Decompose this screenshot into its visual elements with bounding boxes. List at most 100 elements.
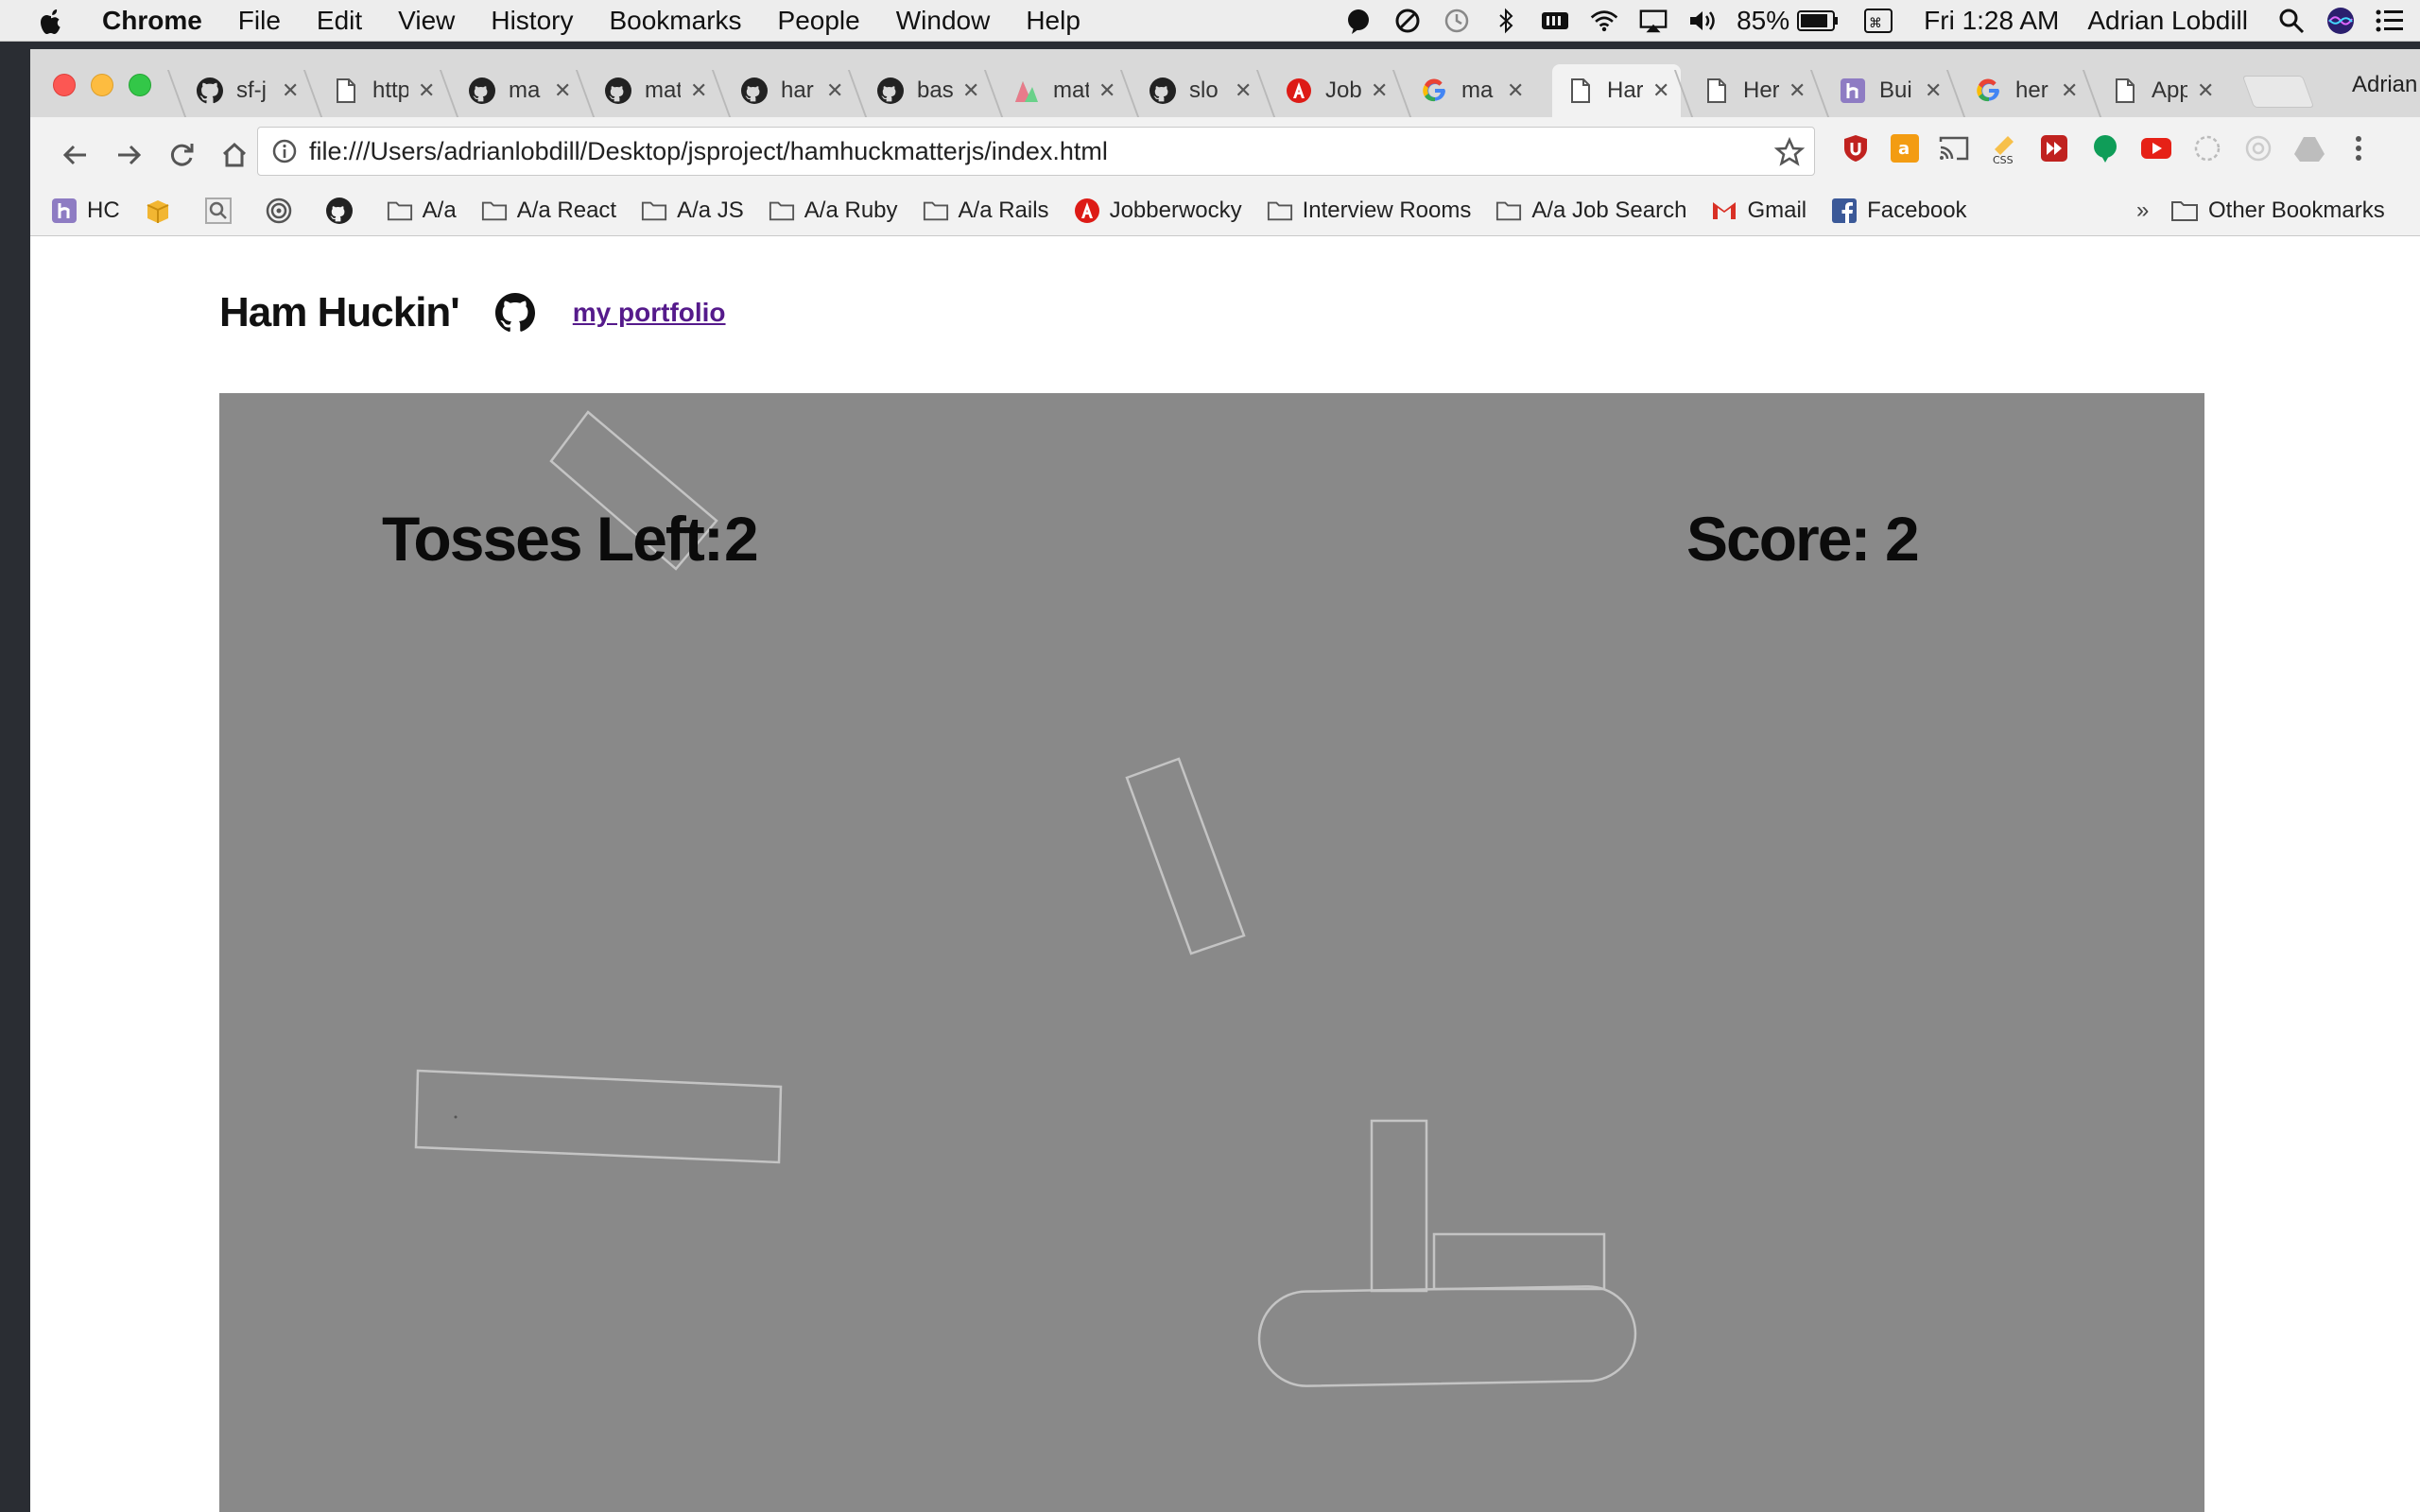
menu-people[interactable]: People <box>778 6 860 36</box>
bookmark-folder-interview-rooms[interactable]: Interview Rooms <box>1267 198 1471 224</box>
tab[interactable]: sf-j ✕ <box>182 64 299 117</box>
github-icon[interactable] <box>494 293 535 333</box>
bookmark-gmail[interactable]: Gmail <box>1711 198 1806 224</box>
airplay-icon[interactable] <box>1638 6 1668 36</box>
chrome-menu-icon[interactable] <box>2342 132 2375 164</box>
fullscreen-window-button[interactable] <box>129 74 151 96</box>
css-pencil-icon[interactable]: CSS <box>1989 132 2021 164</box>
bookmark-box[interactable] <box>145 198 181 224</box>
fast-forward-icon[interactable] <box>2038 132 2070 164</box>
memory-monitor-icon[interactable] <box>1540 6 1570 36</box>
siri-icon[interactable] <box>2325 6 2356 36</box>
bookmarks-overflow-chevron[interactable]: » <box>2136 198 2149 224</box>
tab[interactable]: mat ✕ <box>998 64 1115 117</box>
tab-close-icon[interactable]: ✕ <box>554 78 571 103</box>
tab[interactable]: http ✕ <box>318 64 435 117</box>
menu-help[interactable]: Help <box>1026 6 1080 36</box>
profile-name[interactable]: Adrian <box>2352 72 2417 98</box>
tab-close-icon[interactable]: ✕ <box>1789 78 1806 103</box>
tab[interactable]: Bui ✕ <box>1824 64 1942 117</box>
tab[interactable]: bas ✕ <box>862 64 979 117</box>
tab[interactable]: Her ✕ <box>1688 64 1806 117</box>
address-url[interactable]: file:///Users/adrianlobdill/Desktop/jspr… <box>309 137 1108 166</box>
bluetooth-icon[interactable] <box>1491 6 1521 36</box>
menu-bookmarks[interactable]: Bookmarks <box>609 6 741 36</box>
tab-close-icon[interactable]: ✕ <box>1925 78 1942 103</box>
time-machine-icon[interactable] <box>1442 6 1472 36</box>
reload-icon[interactable] <box>164 138 199 172</box>
home-icon[interactable] <box>217 138 251 172</box>
tab-close-icon[interactable]: ✕ <box>1507 78 1524 103</box>
tab-active[interactable]: Har ✕ <box>1552 64 1681 117</box>
bookmark-folder-aa-js[interactable]: A/a JS <box>641 198 744 224</box>
dashed-circle-icon[interactable] <box>2191 132 2223 164</box>
do-not-disturb-icon[interactable] <box>1392 6 1423 36</box>
other-bookmarks-folder[interactable]: Other Bookmarks <box>2170 198 2385 224</box>
portfolio-link[interactable]: my portfolio <box>573 298 726 328</box>
keyboard-input-icon[interactable]: ⌘ <box>1863 6 1893 36</box>
new-tab-button[interactable] <box>2241 76 2315 108</box>
bookmark-jobberwocky[interactable]: Jobberwocky <box>1074 198 1242 224</box>
youtube-icon[interactable] <box>2140 132 2172 164</box>
address-bar[interactable]: file:///Users/adrianlobdill/Desktop/jspr… <box>257 127 1815 176</box>
menu-clock[interactable]: Fri 1:28 AM <box>1924 6 2059 36</box>
tab-close-icon[interactable]: ✕ <box>282 78 299 103</box>
wifi-icon[interactable] <box>1589 6 1619 36</box>
tab-close-icon[interactable]: ✕ <box>962 78 979 103</box>
bookmark-folder-aa-rails[interactable]: A/a Rails <box>923 198 1049 224</box>
tab[interactable]: har ✕ <box>726 64 843 117</box>
menu-window[interactable]: Window <box>896 6 991 36</box>
drive-icon[interactable] <box>2293 132 2325 164</box>
notification-bubble-icon[interactable] <box>1343 6 1374 36</box>
bookmark-github[interactable] <box>325 197 362 224</box>
tab[interactable]: Job ✕ <box>1270 64 1388 117</box>
tab[interactable]: mat ✕ <box>590 64 707 117</box>
info-icon[interactable] <box>271 138 298 164</box>
tab[interactable]: ma ✕ <box>1407 64 1524 117</box>
tab-close-icon[interactable]: ✕ <box>1235 78 1252 103</box>
menu-history[interactable]: History <box>491 6 573 36</box>
tab[interactable]: her ✕ <box>1961 64 2078 117</box>
tab-close-icon[interactable]: ✕ <box>1371 78 1388 103</box>
menu-file[interactable]: File <box>238 6 281 36</box>
amazon-icon[interactable]: a <box>1889 132 1921 164</box>
tab-close-icon[interactable]: ✕ <box>1098 78 1115 103</box>
bookmark-folder-aa-ruby[interactable]: A/a Ruby <box>769 198 898 224</box>
tab-close-icon[interactable]: ✕ <box>2197 78 2214 103</box>
tab-close-icon[interactable]: ✕ <box>690 78 707 103</box>
ublock-icon[interactable] <box>1840 132 1872 164</box>
camera-shutter-icon[interactable] <box>2242 132 2274 164</box>
volume-icon[interactable] <box>1687 6 1718 36</box>
notification-center-icon[interactable] <box>2375 6 2405 36</box>
bookmark-star-icon[interactable] <box>1774 137 1805 167</box>
menu-app-name[interactable]: Chrome <box>102 6 202 36</box>
folder-icon <box>1267 198 1293 224</box>
bookmark-folder-aa[interactable]: A/a <box>387 198 457 224</box>
tab[interactable]: slo ✕ <box>1134 64 1252 117</box>
game-canvas[interactable]: Tosses Left: 2 Score: 2 <box>219 393 2204 1512</box>
hangouts-icon[interactable] <box>2089 132 2121 164</box>
spotlight-search-icon[interactable] <box>2276 6 2307 36</box>
bookmark-folder-aa-react[interactable]: A/a React <box>481 198 616 224</box>
menu-edit[interactable]: Edit <box>317 6 362 36</box>
tab-close-icon[interactable]: ✕ <box>826 78 843 103</box>
menu-view[interactable]: View <box>398 6 455 36</box>
bookmark-facebook[interactable]: Facebook <box>1831 198 1967 224</box>
bookmark-folder-job-search[interactable]: A/a Job Search <box>1495 198 1686 224</box>
bookmark-hc[interactable]: HC <box>51 198 120 224</box>
tab[interactable]: ma ✕ <box>454 64 571 117</box>
battery-icon[interactable] <box>1797 6 1839 36</box>
apple-icon[interactable] <box>38 6 64 36</box>
menu-user-name[interactable]: Adrian Lobdill <box>2087 6 2248 36</box>
close-window-button[interactable] <box>53 74 76 96</box>
tab-close-icon[interactable]: ✕ <box>418 78 435 103</box>
tab-close-icon[interactable]: ✕ <box>1652 78 1669 103</box>
bookmark-swirl[interactable] <box>266 198 302 224</box>
back-arrow-icon[interactable] <box>59 138 93 172</box>
forward-arrow-icon[interactable] <box>112 138 146 172</box>
minimize-window-button[interactable] <box>91 74 113 96</box>
bookmark-search[interactable] <box>204 197 241 224</box>
tab[interactable]: App ✕ <box>2097 64 2214 117</box>
tab-close-icon[interactable]: ✕ <box>2061 78 2078 103</box>
cast-icon[interactable] <box>1938 132 1970 164</box>
